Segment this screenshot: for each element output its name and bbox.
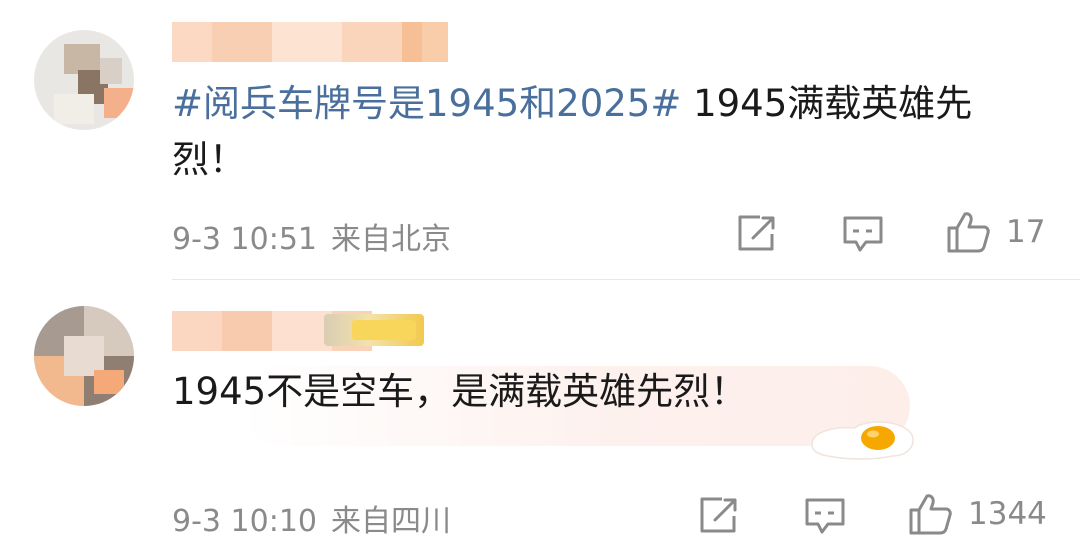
like-icon: [909, 494, 952, 535]
like-button[interactable]: 1344: [908, 492, 1047, 536]
comment-time: 9-3 10:51: [172, 222, 317, 257]
comment-time: 9-3 10:10: [172, 504, 317, 539]
like-button[interactable]: 17: [946, 210, 1045, 254]
comment-icon: [805, 498, 845, 534]
like-icon: [947, 212, 990, 253]
topic-link[interactable]: #阅兵车牌号是1945和2025#: [172, 82, 681, 125]
fried-egg-sticker: [811, 421, 914, 460]
comment-meta: 9-3 10:51 来自北京: [172, 214, 451, 258]
avatar[interactable]: [34, 306, 134, 406]
comment-text: #阅兵车牌号是1945和2025# 1945满载英雄先烈！: [172, 76, 1042, 188]
vip-badge: [324, 314, 424, 346]
comment-item: 1945不是空车，是满载英雄先烈！ 9-3 10:10 来自四川 1344: [0, 280, 1080, 559]
reply-button[interactable]: [842, 214, 884, 254]
avatar[interactable]: [34, 30, 134, 130]
comment-item: #阅兵车牌号是1945和2025# 1945满载英雄先烈！ 9-3 10:51 来…: [0, 0, 1080, 280]
share-button[interactable]: [698, 496, 740, 534]
comment-text: 1945不是空车，是满载英雄先烈！: [172, 370, 748, 413]
comment-meta: 9-3 10:10 来自四川: [172, 496, 451, 540]
share-icon: [738, 215, 775, 251]
share-button[interactable]: [736, 214, 778, 252]
like-count: 17: [1006, 214, 1046, 250]
like-count: 1344: [968, 496, 1047, 532]
share-icon: [700, 497, 737, 533]
comment-location: 来自北京: [331, 222, 451, 257]
nickname-blurred[interactable]: [172, 22, 448, 62]
comment-location: 来自四川: [331, 504, 451, 539]
reply-button[interactable]: [804, 496, 846, 536]
comment-icon: [843, 216, 883, 252]
